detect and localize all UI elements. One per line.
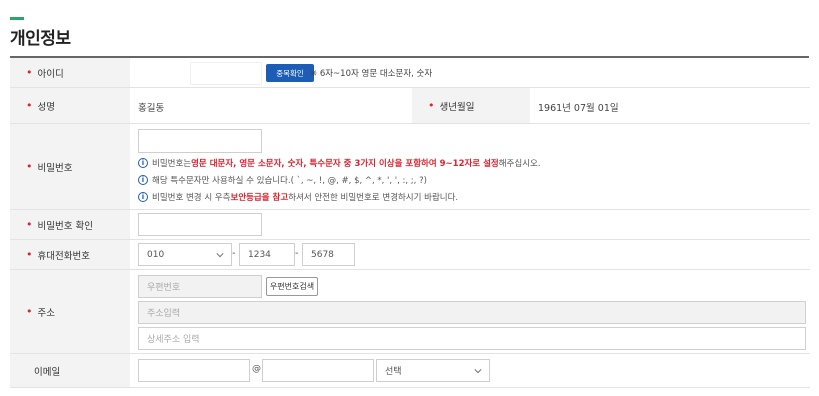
label-text: 휴대전화번호	[37, 250, 90, 262]
page-title: 개인정보	[10, 29, 71, 49]
label-phone: • 휴대전화번호	[10, 240, 130, 269]
required-mark: •	[26, 218, 33, 231]
hint-text: 해주십시오.	[498, 159, 541, 169]
zipcode-search-button[interactable]: 우편번호검색	[266, 277, 318, 296]
label-password-confirm: • 비밀번호 확인	[10, 210, 130, 239]
email-domain-input[interactable]	[262, 359, 374, 382]
hint-emphasis: 보안등급을 참고	[230, 193, 289, 203]
address-detail-input[interactable]: 상세주소 입력	[138, 327, 806, 350]
required-mark: •	[26, 305, 33, 318]
label-password: • 비밀번호	[10, 124, 130, 209]
chevron-down-icon	[474, 369, 482, 374]
info-circle-icon: i	[138, 158, 148, 168]
chevron-down-icon	[216, 253, 224, 258]
zipcode-input[interactable]: 우편번호	[138, 275, 262, 298]
placeholder: 상세주소 입력	[147, 335, 200, 345]
input-value: 1234	[248, 249, 271, 260]
email-domain-select[interactable]: 선택	[376, 359, 490, 382]
select-value: 010	[147, 249, 165, 260]
required-mark: •	[26, 66, 33, 79]
password-input[interactable]	[138, 129, 262, 153]
password-hint-3: i 비밀번호 변경 시 우측 보안등급을 참고 하셔서 안전한 비밀번호로 변경하…	[138, 191, 458, 203]
hint-text: 하셔서 안전한 비밀번호로 변경하시기 바랍니다.	[288, 193, 459, 203]
row-password-confirm: • 비밀번호 확인	[10, 210, 810, 240]
label-text: 비밀번호 확인	[37, 220, 93, 232]
row-name-birth: • 성명 홍길동 • 생년월일 1961년 07월 01일	[10, 88, 810, 124]
label-text: 아이디	[37, 68, 64, 80]
select-value: 선택	[385, 367, 402, 377]
row-phone: • 휴대전화번호 010 - 1234 - 5678	[10, 240, 810, 270]
name-value: 홍길동	[138, 103, 165, 114]
row-password: • 비밀번호 i 비밀번호는 영문 대문자, 영문 소문자, 숫자, 특수문자 중…	[10, 124, 810, 210]
label-address: • 주소	[10, 270, 130, 353]
hint-text: 비밀번호 변경 시 우측	[152, 193, 231, 203]
row-address: • 주소 우편번호 우편번호검색 주소입력 상세주소 입력	[10, 270, 810, 354]
label-name: • 성명	[10, 88, 130, 123]
row-email: 이메일 @ 선택	[10, 354, 810, 388]
required-mark: •	[26, 160, 33, 173]
label-text: 생년월일	[439, 101, 475, 113]
required-mark: •	[26, 99, 33, 112]
label-birthdate: • 생년월일	[412, 88, 530, 123]
password-hint-2: i 해당 특수문자만 사용하실 수 있습니다.( `, ~, !, @, #, …	[138, 174, 427, 186]
row-userid: • 아이디 중복확인 ※ 6자~10자 영문 대소문자, 숫자	[10, 58, 810, 88]
title-accent-bar	[10, 17, 24, 20]
label-text: 비밀번호	[37, 162, 73, 174]
hint-text: 비밀번호는	[152, 159, 192, 169]
phone-middle-input[interactable]: 1234	[239, 243, 295, 266]
label-text: 이메일	[34, 366, 61, 378]
label-userid: • 아이디	[10, 58, 130, 87]
phone-prefix-select[interactable]: 010	[138, 243, 232, 266]
email-at-sign: @	[252, 364, 261, 374]
placeholder: 우편번호	[147, 283, 181, 293]
password-confirm-input[interactable]	[138, 213, 262, 236]
hint-emphasis: 영문 대문자, 영문 소문자, 숫자, 특수문자 중 3가지 이상을 포함하여 …	[191, 159, 499, 169]
phone-last-input[interactable]: 5678	[302, 243, 355, 266]
label-text: 성명	[37, 101, 55, 113]
hint-text: 해당 특수문자만 사용하실 수 있습니다.( `, ~, !, @, #, $,…	[152, 176, 427, 186]
duplicate-check-button[interactable]: 중복확인	[266, 64, 314, 82]
info-circle-icon: i	[138, 192, 148, 202]
birthdate-value: 1961년 07월 01일	[538, 103, 619, 114]
userid-input[interactable]	[190, 62, 262, 85]
required-mark: •	[428, 99, 435, 112]
label-text: 주소	[37, 307, 55, 319]
email-id-input[interactable]	[138, 359, 250, 382]
info-circle-icon: i	[138, 175, 148, 185]
phone-separator: -	[295, 248, 299, 259]
input-value: 5678	[311, 249, 334, 260]
address-input[interactable]: 주소입력	[138, 301, 806, 324]
userid-hint: ※ 6자~10자 영문 대소문자, 숫자	[310, 69, 433, 79]
required-mark: •	[26, 248, 33, 261]
label-email: 이메일	[10, 354, 130, 387]
phone-separator: -	[232, 248, 236, 259]
placeholder: 주소입력	[147, 309, 181, 319]
password-hint-1: i 비밀번호는 영문 대문자, 영문 소문자, 숫자, 특수문자 중 3가지 이…	[138, 157, 541, 169]
